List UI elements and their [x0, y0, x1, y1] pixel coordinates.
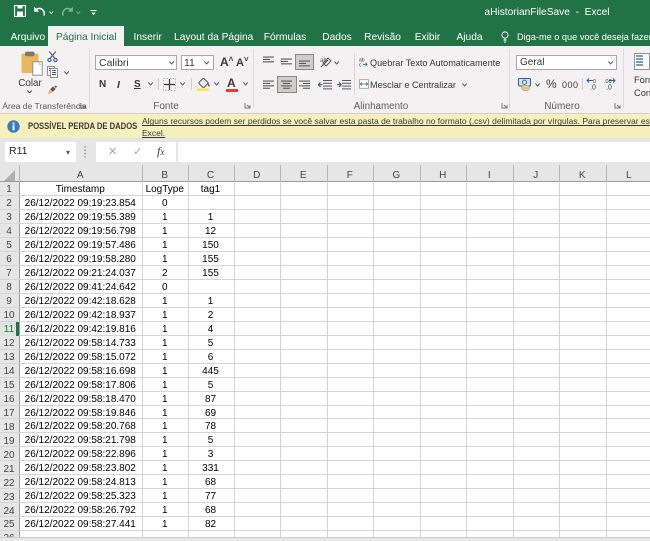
svg-text:0: 0 — [593, 79, 596, 85]
svg-text:.0: .0 — [590, 85, 596, 91]
svg-text:,0: ,0 — [606, 85, 612, 91]
svg-text:ab: ab — [320, 58, 327, 64]
